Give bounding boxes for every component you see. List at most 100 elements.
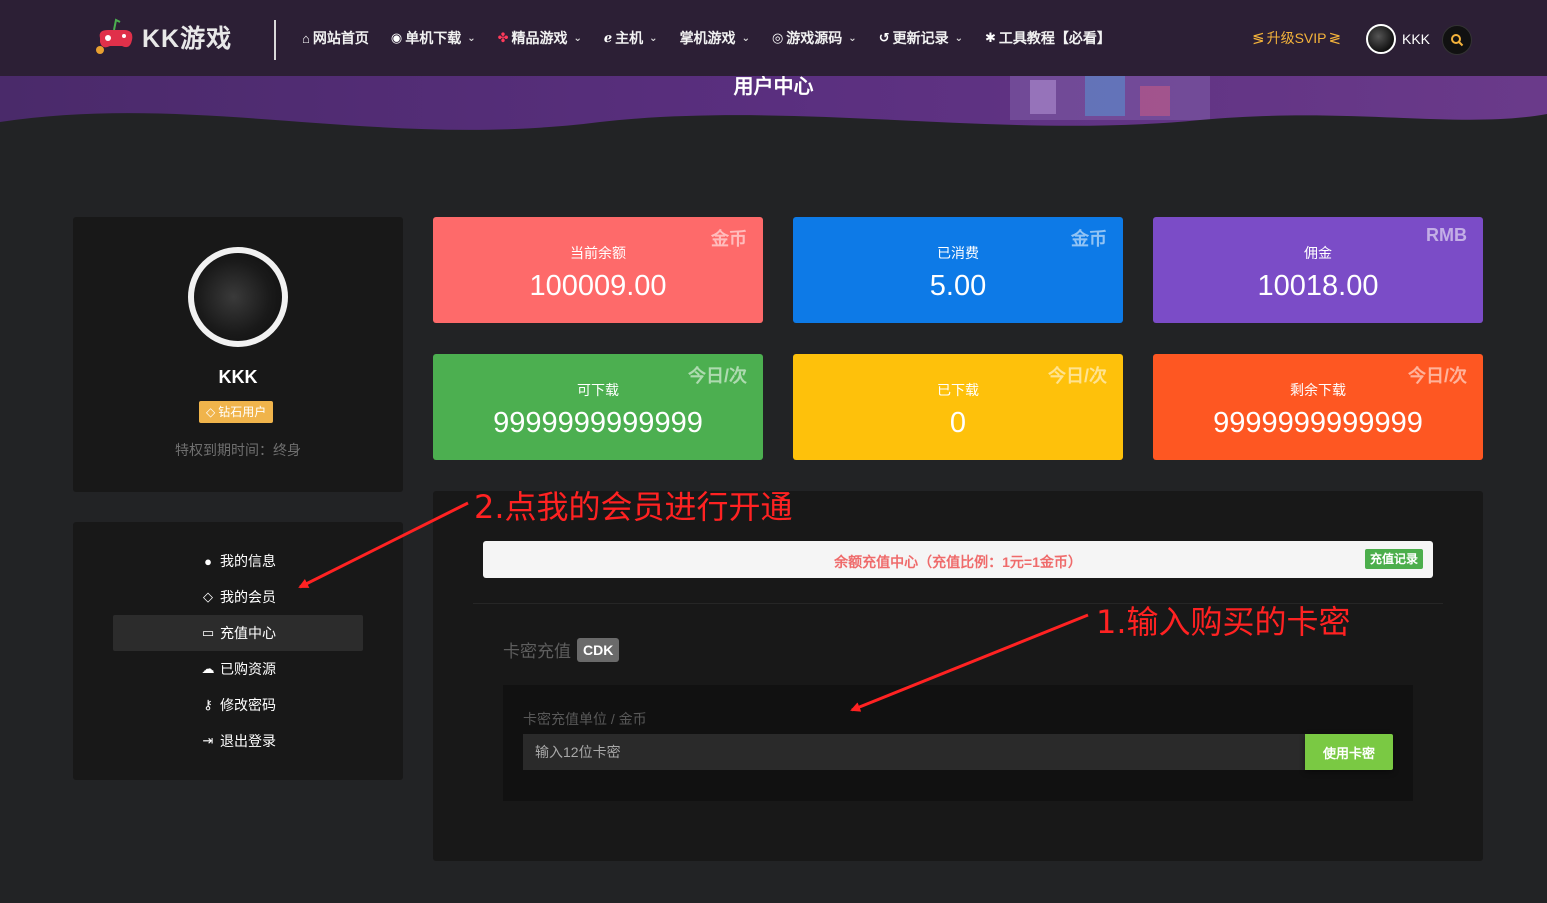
sign-out-icon: ⇥ (202, 733, 214, 748)
annotation-step2: 2.点我的会员进行开通 (474, 488, 793, 526)
nav-item-console[interactable]: ℯ 主机 ⌄ (604, 28, 658, 48)
diamond-icon: ◇ (203, 589, 213, 604)
cdk-form: 卡密充值单位 / 金币 使用卡密 (503, 685, 1413, 801)
sidebar-item-recharge[interactable]: ▭ 充值中心 (113, 615, 363, 651)
stat-tile-commission: RMB 佣金 10018.00 (1153, 217, 1483, 323)
home-icon: ⌂ (302, 30, 310, 46)
stat-value: 10018.00 (1257, 270, 1379, 302)
upgrade-svip-link[interactable]: ≶ 升级SVIP ≷ (1252, 28, 1341, 48)
annotation-step1: 1.输入购买的卡密 (1096, 603, 1351, 641)
nav-label: 单机下载 (405, 30, 462, 46)
sidebar-item-label: 我的会员 (220, 589, 276, 605)
sidebar-item-label: 修改密码 (220, 697, 276, 713)
top-navbar: KK游戏 ⌂ 网站首页 ◉ 单机下载 ⌄ ✤ 精品游戏 ⌄ ℯ 主机 ⌄ 掌机游… (0, 0, 1547, 76)
sidebar-item-label: 充值中心 (220, 625, 276, 641)
nav-item-home[interactable]: ⌂ 网站首页 (302, 28, 369, 48)
sidebar-item-my-info[interactable]: ● 我的信息 (113, 543, 363, 579)
logo-divider (274, 20, 276, 60)
nav-item-premium-games[interactable]: ✤ 精品游戏 ⌄ (498, 28, 582, 48)
credit-card-icon: ▭ (201, 625, 215, 640)
stat-tile-downloaded: 今日/次 已下载 0 (793, 354, 1123, 460)
wing-right-icon: ≷ (1328, 30, 1342, 47)
nav-label: 网站首页 (312, 30, 369, 46)
privilege-expire: 特权到期时间：终身 (175, 442, 301, 458)
user-menu[interactable]: KKK (1366, 24, 1430, 54)
recharge-notice-text: 余额充值中心（充值比例：1元=1金币） (834, 554, 1082, 570)
chevron-down-icon: ⌄ (848, 32, 857, 44)
member-badge: ◇ 钻石用户 (199, 401, 274, 423)
profile-avatar[interactable] (188, 247, 288, 347)
sidebar-item-my-membership[interactable]: ◇ 我的会员 (113, 579, 363, 615)
sidebar-item-logout[interactable]: ⇥ 退出登录 (113, 723, 363, 759)
stat-label: 已消费 (937, 245, 979, 261)
stat-value: 5.00 (929, 270, 987, 302)
pinwheel-icon: ✤ (497, 30, 509, 45)
diamond-icon: ◇ (206, 405, 216, 419)
nav-label: 掌机游戏 (679, 30, 736, 46)
avatar (1366, 24, 1396, 54)
chevron-down-icon: ⌄ (573, 32, 582, 44)
stat-value: 9999999999999 (493, 407, 703, 439)
chevron-down-icon: ⌄ (649, 32, 658, 44)
banner-wave (0, 113, 1547, 170)
nav-item-tools-tutorial[interactable]: ✱ 工具教程【必看】 (985, 28, 1111, 48)
chevron-down-icon: ⌄ (467, 32, 476, 44)
sidebar-item-label: 退出登录 (220, 733, 276, 749)
sidebar-item-label: 已购资源 (220, 661, 276, 677)
history-icon: ↺ (878, 30, 890, 45)
stat-label: 已下载 (937, 382, 979, 398)
stat-label: 可下载 (577, 382, 619, 398)
nav-item-changelog[interactable]: ↺ 更新记录 ⌄ (879, 28, 963, 48)
stat-tile-remaining: 今日/次 剩余下载 9999999999999 (1153, 354, 1483, 460)
sidebar-item-label: 我的信息 (220, 553, 276, 569)
bug-icon: ✱ (984, 30, 996, 45)
site-logo[interactable]: KK游戏 (92, 16, 232, 58)
cdk-tag: CDK (577, 637, 620, 662)
user-sidebar-menu: ● 我的信息 ◇ 我的会员 ▭ 充值中心 ☁ 已购资源 ⚷ 修改密码 ⇥ 退出登… (73, 522, 403, 780)
sidebar-item-change-password[interactable]: ⚷ 修改密码 (113, 687, 363, 723)
nav-label: 精品游戏 (511, 30, 568, 46)
gamepad-logo-icon (96, 18, 133, 54)
nav-label: 更新记录 (892, 30, 949, 46)
header-username: KKK (1402, 31, 1431, 47)
key-icon: ⚷ (203, 697, 213, 712)
recharge-notice: 余额充值中心（充值比例：1元=1金币） 充值记录 (483, 541, 1433, 578)
stat-value: 0 (949, 407, 967, 439)
nav-label: 主机 (615, 30, 644, 46)
member-badge-label: 钻石用户 (218, 405, 267, 419)
search-icon (1451, 34, 1464, 47)
profile-card: KKK ◇ 钻石用户 特权到期时间：终身 (73, 217, 403, 492)
stat-value: 9999999999999 (1213, 407, 1423, 439)
cdk-section-title: 卡密充值 CDK (503, 637, 620, 662)
cdk-title-label: 卡密充值 (503, 642, 571, 661)
logo-text: KK游戏 (142, 25, 233, 53)
nav-label: 游戏源码 (786, 30, 843, 46)
nav-label: 工具教程【必看】 (998, 30, 1111, 46)
recharge-records-button[interactable]: 充值记录 (1364, 549, 1423, 569)
nav-item-single-player[interactable]: ◉ 单机下载 ⌄ (391, 28, 476, 48)
sidebar-item-purchased[interactable]: ☁ 已购资源 (113, 651, 363, 687)
e-icon: ℯ (603, 30, 613, 45)
wing-left-icon: ≶ (1252, 30, 1265, 47)
nav-item-handheld[interactable]: 掌机游戏 ⌄ (680, 28, 750, 48)
use-cdk-button[interactable]: 使用卡密 (1305, 734, 1393, 770)
cdk-unit-label: 卡密充值单位 / 金币 (523, 711, 647, 727)
recharge-panel: 余额充值中心（充值比例：1元=1金币） 充值记录 卡密充值 CDK 卡密充值单位… (433, 491, 1483, 861)
stat-label: 佣金 (1304, 245, 1332, 261)
chevron-down-icon: ⌄ (954, 32, 963, 44)
cdk-input[interactable] (523, 734, 1306, 770)
stat-label: 当前余额 (570, 245, 626, 261)
stat-tile-spent: 金币 已消费 5.00 (793, 217, 1123, 323)
nav-item-source-code[interactable]: ◎ 游戏源码 ⌄ (772, 28, 857, 48)
user-icon: ● (204, 553, 212, 569)
main-nav: ⌂ 网站首页 ◉ 单机下载 ⌄ ✤ 精品游戏 ⌄ ℯ 主机 ⌄ 掌机游戏 ⌄ ◎… (302, 0, 1133, 76)
search-button[interactable] (1442, 25, 1472, 55)
stat-tile-balance: 金币 当前余额 100009.00 (433, 217, 763, 323)
stat-value: 100009.00 (529, 270, 667, 302)
cloud-download-icon: ☁ (201, 661, 215, 676)
compass-icon: ◎ (771, 30, 784, 45)
profile-username: KKK (218, 367, 258, 387)
stat-label: 剩余下载 (1290, 382, 1346, 398)
stat-tile-downloadable: 今日/次 可下载 9999999999999 (433, 354, 763, 460)
chevron-down-icon: ⌄ (741, 32, 750, 44)
